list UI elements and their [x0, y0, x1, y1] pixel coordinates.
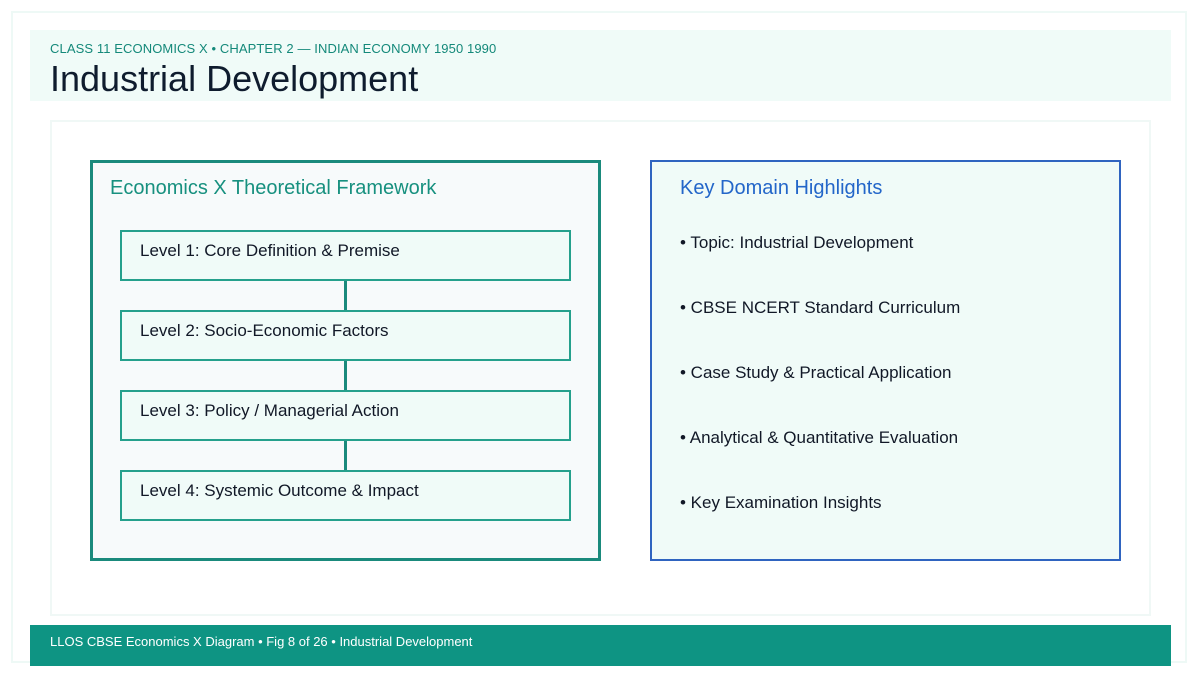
chapter-subtitle: CLASS 11 ECONOMICS X • CHAPTER 2 — INDIA… [50, 41, 497, 56]
level-connector-2-3 [344, 361, 347, 391]
highlight-item-curriculum: • CBSE NCERT Standard Curriculum [680, 298, 961, 317]
highlights-panel-title: Key Domain Highlights [680, 177, 883, 199]
framework-level-2-label: Level 2: Socio-Economic Factors [140, 321, 389, 340]
framework-level-4: Level 4: Systemic Outcome & Impact [120, 470, 571, 521]
level-connector-1-2 [344, 281, 347, 311]
framework-level-2: Level 2: Socio-Economic Factors [120, 310, 571, 361]
framework-level-3: Level 3: Policy / Managerial Action [120, 390, 571, 441]
framework-level-1-label: Level 1: Core Definition & Premise [140, 241, 400, 260]
footer-bar: LLOS CBSE Economics X Diagram • Fig 8 of… [30, 625, 1171, 666]
page-title: Industrial Development [50, 58, 419, 99]
framework-level-1: Level 1: Core Definition & Premise [120, 230, 571, 281]
framework-level-4-label: Level 4: Systemic Outcome & Impact [140, 481, 419, 500]
footer-caption: LLOS CBSE Economics X Diagram • Fig 8 of… [50, 634, 473, 649]
framework-level-3-label: Level 3: Policy / Managerial Action [140, 401, 399, 420]
framework-panel-title: Economics X Theoretical Framework [110, 177, 437, 199]
highlight-item-analytical: • Analytical & Quantitative Evaluation [680, 428, 959, 447]
highlight-item-exam-insights: • Key Examination Insights [680, 493, 882, 512]
level-connector-3-4 [344, 441, 347, 471]
highlight-item-case-study: • Case Study & Practical Application [680, 363, 952, 382]
highlight-item-topic: • Topic: Industrial Development [680, 233, 914, 252]
